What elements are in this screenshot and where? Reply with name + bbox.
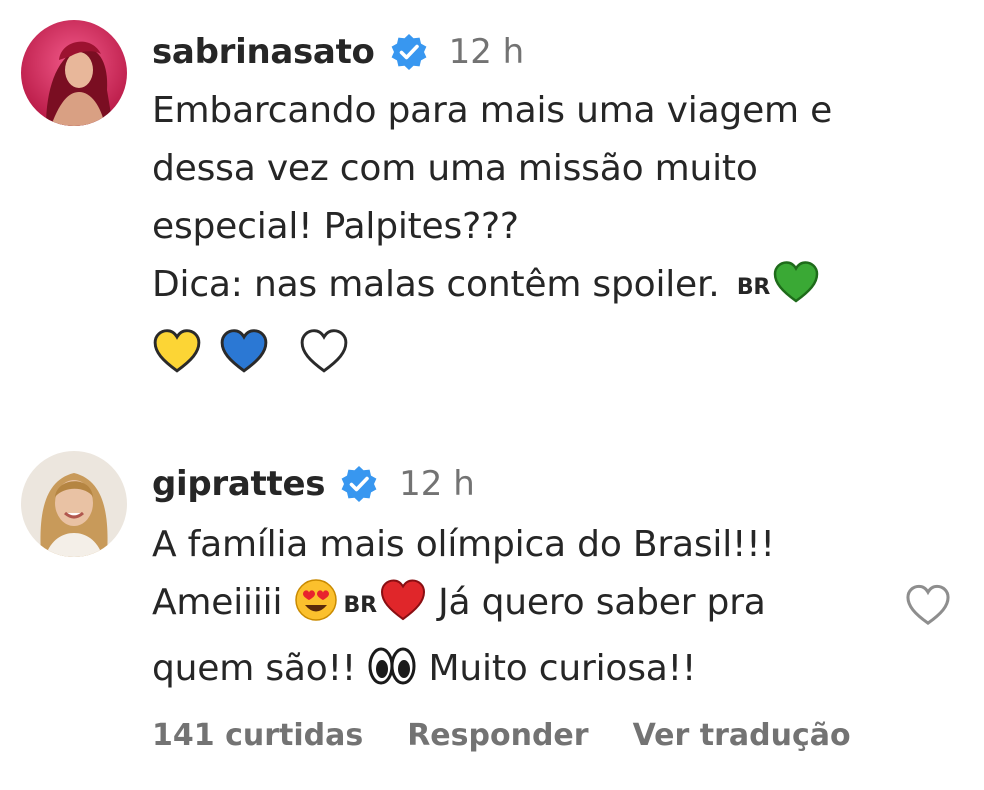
timestamp: 12 h: [448, 32, 525, 72]
username[interactable]: giprattes: [152, 464, 325, 504]
comment-header: giprattes 12 h: [152, 460, 475, 508]
comment-line: Embarcando para mais uma viagem e: [152, 90, 833, 131]
red-heart-icon: [379, 578, 427, 640]
avatar-giprattes[interactable]: [21, 451, 127, 557]
comment-line: dessa vez com uma missão muito: [152, 148, 758, 189]
heart-eyes-emoji-icon: [294, 578, 338, 640]
translate-button[interactable]: Ver tradução: [633, 718, 851, 753]
reply-button[interactable]: Responder: [407, 718, 588, 753]
comment-actions: 141 curtidas Responder Ver tradução: [152, 718, 895, 753]
comment-line-text: Ameiiiii: [152, 582, 283, 623]
emoji-hearts-row: [152, 322, 832, 392]
like-heart-icon[interactable]: [905, 584, 951, 626]
comment-line: especial! Palpites???: [152, 206, 519, 247]
comment-header: sabrinasato 12 h: [152, 28, 524, 76]
comment-text: Embarcando para mais uma viagem e dessa …: [152, 82, 832, 392]
eyes-emoji-icon: [367, 644, 417, 706]
yellow-heart-icon: [152, 328, 202, 392]
comment-line: Ameiiiii BR Já quero saber pra: [152, 574, 775, 640]
comment-line: Dica: nas malas contêm spoiler. BR: [152, 256, 832, 322]
white-heart-icon: [299, 328, 349, 392]
username[interactable]: sabrinasato: [152, 32, 375, 72]
comment-line: quem são!! Muito curiosa!!: [152, 640, 775, 706]
comment-line-text: Já quero saber pra: [438, 582, 766, 623]
blue-heart-icon: [219, 328, 269, 392]
avatar-sabrinasato[interactable]: [21, 20, 127, 126]
comment-text: A família mais olímpica do Brasil!!! Ame…: [152, 516, 775, 706]
comment-line: A família mais olímpica do Brasil!!!: [152, 524, 775, 565]
flag-br: BR: [736, 275, 771, 300]
comment-line-text: quem são!!: [152, 648, 357, 689]
flag-br: BR: [343, 593, 378, 618]
likes-count[interactable]: 141 curtidas: [152, 718, 363, 753]
comment-line-text: Dica: nas malas contêm spoiler.: [152, 264, 720, 305]
verified-badge-icon: [389, 32, 429, 72]
green-heart-icon: [772, 260, 820, 322]
verified-badge-icon: [339, 464, 379, 504]
timestamp: 12 h: [399, 464, 475, 504]
comment-line-text: Muito curiosa!!: [428, 648, 697, 689]
